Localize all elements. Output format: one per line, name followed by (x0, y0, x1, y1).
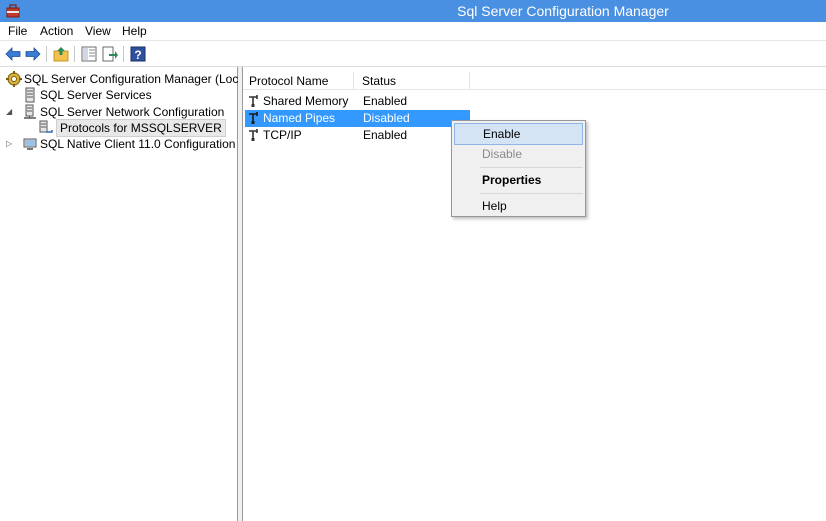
protocol-plug-icon (248, 128, 262, 142)
tree-label-protocols: Protocols for MSSQLSERVER (56, 119, 226, 137)
collapse-arrow-icon[interactable]: ◢ (6, 108, 14, 116)
protocol-row-named-pipes[interactable]: Named Pipes Disabled (245, 110, 470, 127)
protocol-plug-icon (248, 94, 262, 108)
tree-label-native-client: SQL Native Client 11.0 Configuration (40, 137, 236, 151)
menu-help[interactable]: Help (122, 24, 147, 38)
protocols-icon (38, 120, 54, 136)
export-list-icon[interactable] (101, 45, 119, 63)
network-server-icon (22, 104, 38, 120)
menu-separator (480, 193, 583, 194)
title-bar: Sql Server Configuration Manager (0, 0, 826, 22)
list-header: Protocol Name Status (243, 72, 826, 90)
protocol-name-cell: Shared Memory (263, 94, 349, 108)
toolbar-separator (123, 46, 124, 62)
tree-node-protocols[interactable]: Protocols for MSSQLSERVER (38, 119, 236, 137)
protocol-name-cell: Named Pipes (263, 111, 336, 125)
window-title: Sql Server Configuration Manager (457, 3, 669, 19)
toolbar-separator (74, 46, 75, 62)
protocol-status-cell: Enabled (363, 94, 408, 108)
menu-item-enable[interactable]: Enable (454, 123, 583, 145)
protocol-status-cell: Enabled (363, 128, 408, 142)
tree-node-native-client[interactable]: ▷ SQL Native Client 11.0 Configuration (6, 136, 236, 152)
forward-arrow-icon[interactable] (24, 45, 42, 63)
tree-label-services: SQL Server Services (40, 88, 152, 102)
protocol-status-cell: Disabled (363, 111, 410, 125)
tree-node-services[interactable]: SQL Server Services (22, 87, 232, 103)
menu-item-properties[interactable]: Properties (454, 169, 583, 191)
toolbar: ? (0, 41, 826, 67)
tree-node-root[interactable]: SQL Server Configuration Manager (Local) (6, 71, 252, 87)
tree-label-network: SQL Server Network Configuration (40, 105, 225, 119)
console-tree[interactable]: SQL Server Configuration Manager (Local)… (0, 67, 252, 521)
tree-node-network[interactable]: ◢ SQL Server Network Configuration (6, 104, 236, 120)
back-arrow-icon[interactable] (4, 45, 22, 63)
expand-arrow-icon[interactable]: ▷ (6, 140, 14, 148)
menu-separator (480, 167, 583, 168)
up-folder-icon[interactable] (52, 45, 70, 63)
column-header-protocol-name[interactable]: Protocol Name (249, 74, 328, 88)
tree-label-root: SQL Server Configuration Manager (Local) (24, 72, 252, 86)
context-menu: Enable Disable Properties Help (451, 120, 586, 217)
show-hide-tree-icon[interactable] (80, 45, 98, 63)
menu-view[interactable]: View (85, 24, 111, 38)
config-manager-icon (6, 71, 22, 87)
protocol-plug-icon (248, 111, 262, 125)
menu-action[interactable]: Action (40, 24, 73, 38)
column-divider[interactable] (353, 72, 354, 90)
protocol-name-cell: TCP/IP (263, 128, 302, 142)
native-client-icon (22, 136, 38, 152)
svg-text:?: ? (134, 48, 141, 62)
menu-bar: File Action View Help (0, 22, 826, 41)
toolbar-separator (46, 46, 47, 62)
column-divider[interactable] (469, 72, 470, 90)
column-header-status[interactable]: Status (362, 74, 396, 88)
menu-item-disable: Disable (482, 147, 523, 161)
menu-file[interactable]: File (8, 24, 27, 38)
server-icon (22, 87, 38, 103)
menu-item-help[interactable]: Help (454, 195, 583, 217)
protocol-row-tcp-ip[interactable]: TCP/IP Enabled (245, 127, 470, 144)
protocol-row-shared-memory[interactable]: Shared Memory Enabled (245, 93, 470, 110)
help-icon[interactable]: ? (129, 45, 147, 63)
